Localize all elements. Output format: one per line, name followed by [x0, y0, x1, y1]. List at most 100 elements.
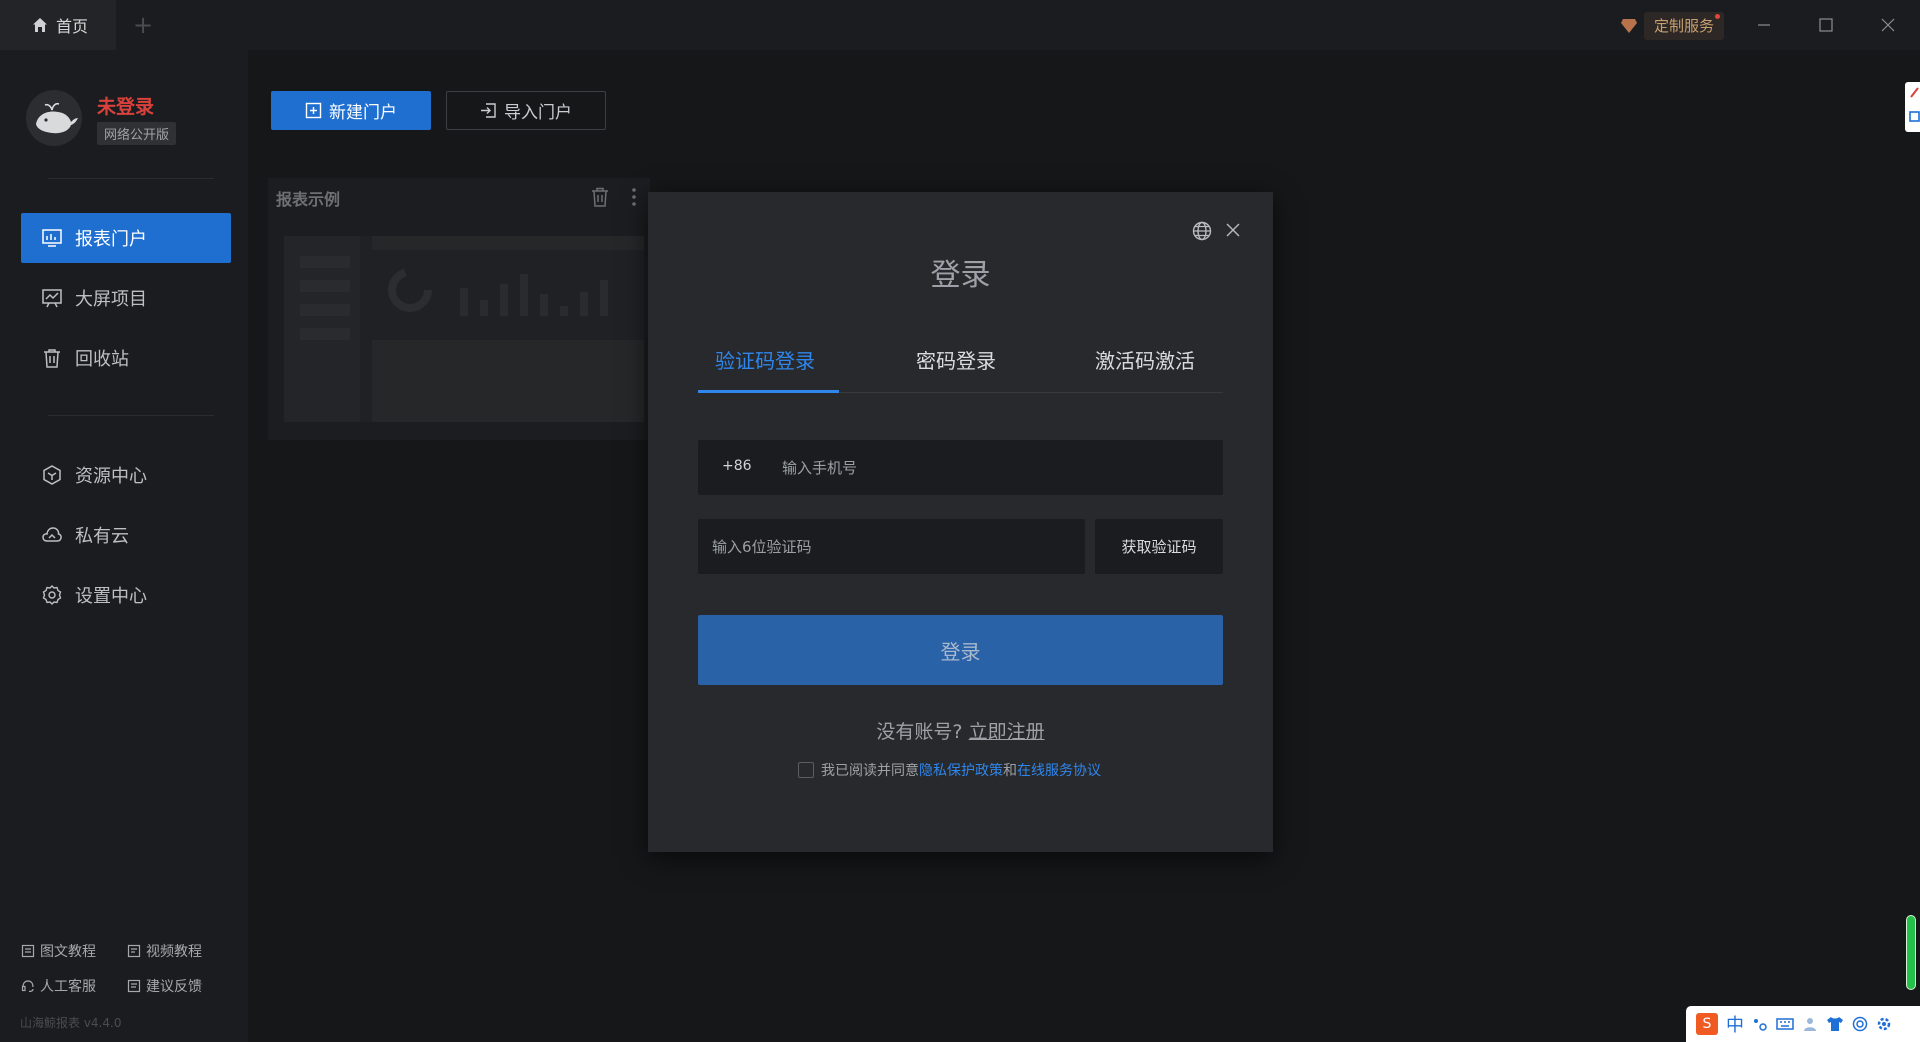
phone-input[interactable] — [782, 456, 1202, 480]
feedback-link[interactable]: 建议反馈 — [127, 976, 202, 996]
login-tabs: 验证码登录 密码登录 激活码激活 — [698, 337, 1223, 393]
plus-square-icon — [305, 102, 322, 119]
sidebar-item-settings[interactable]: 设置中心 — [21, 570, 231, 620]
agreement-checkbox[interactable] — [798, 762, 814, 778]
user-name[interactable]: 未登录 — [97, 92, 154, 119]
punctuation-icon[interactable] — [1752, 1016, 1768, 1032]
minimize-button[interactable] — [1751, 12, 1777, 38]
verification-code-field — [698, 519, 1085, 574]
agreement-row: 我已阅读并同意隐私保护政策和在线服务协议 — [798, 760, 1101, 780]
avatar[interactable] — [26, 90, 82, 146]
maximize-icon — [1819, 18, 1833, 32]
close-window-button[interactable] — [1875, 12, 1901, 38]
graphic-tutorial-label: 图文教程 — [40, 944, 96, 960]
country-code[interactable]: +86 — [722, 458, 752, 474]
document-icon — [21, 944, 35, 958]
phone-field: +86 — [698, 440, 1223, 495]
new-portal-label: 新建门户 — [329, 103, 397, 123]
whale-logo-icon — [36, 102, 78, 134]
active-tab-indicator — [698, 390, 839, 393]
scroll-indicator[interactable] — [1906, 915, 1916, 990]
dialog-title: 登录 — [930, 258, 991, 293]
sidebar-item-dashboard-screen[interactable]: 大屏项目 — [21, 273, 231, 323]
report-thumbnail — [284, 236, 644, 422]
tab-home[interactable]: 首页 — [0, 0, 116, 50]
ai-swirl-icon[interactable] — [1852, 1016, 1868, 1032]
sidebar-item-resource-center[interactable]: 资源中心 — [21, 450, 231, 500]
trash-icon — [44, 349, 60, 368]
minimize-icon — [1758, 24, 1770, 26]
login-button[interactable]: 登录 — [698, 615, 1223, 685]
video-tutorial-link[interactable]: 视频教程 — [127, 941, 202, 961]
sidebar-item-private-cloud[interactable]: 私有云 — [21, 510, 231, 560]
version-text: 山海鲸报表 v4.4.0 — [20, 1016, 122, 1030]
report-preview-graphic — [284, 236, 644, 422]
card-title: 报表示例 — [276, 190, 341, 209]
feedback-icon — [127, 979, 141, 993]
tab-activation-code[interactable]: 激活码激活 — [1095, 345, 1195, 374]
floating-side-widget[interactable] — [1905, 82, 1920, 132]
report-portal-icon — [42, 229, 62, 247]
support-label: 人工客服 — [40, 979, 96, 995]
agree-prefix: 我已阅读并同意 — [821, 763, 919, 779]
verification-code-input[interactable] — [712, 535, 1072, 559]
gear-icon[interactable] — [1876, 1016, 1892, 1032]
custom-service-button[interactable]: 定制服务 — [1620, 12, 1725, 40]
report-card[interactable]: 报表示例 — [268, 178, 650, 440]
home-icon — [33, 18, 47, 32]
service-agreement-link[interactable]: 在线服务协议 — [1017, 763, 1101, 779]
resource-cube-icon — [43, 465, 61, 485]
support-link[interactable]: 人工客服 — [21, 976, 96, 996]
notification-dot — [1715, 14, 1721, 19]
keyboard-icon[interactable] — [1776, 1016, 1794, 1032]
import-portal-button[interactable]: 导入门户 — [446, 91, 606, 130]
close-icon[interactable] — [1226, 223, 1240, 237]
close-icon — [1881, 18, 1895, 32]
skin-shirt-icon[interactable] — [1826, 1016, 1844, 1032]
pen-icon — [1909, 87, 1920, 122]
graphic-tutorial-link[interactable]: 图文教程 — [21, 941, 96, 961]
video-doc-icon — [127, 944, 141, 958]
no-account-text: 没有账号? — [876, 721, 963, 743]
privacy-policy-link[interactable]: 隐私保护政策 — [919, 763, 1003, 779]
sidebar-item-label: 报表门户 — [75, 229, 147, 250]
gear-icon — [42, 585, 62, 605]
custom-service-label: 定制服务 — [1644, 12, 1725, 40]
feedback-label: 建议反馈 — [146, 979, 202, 995]
sidebar: 未登录 网络公开版 报表门户 大屏项目 回收站 资源中心 私有云 设置中心 图文… — [0, 50, 248, 1042]
delete-icon[interactable] — [590, 186, 610, 208]
maximize-button[interactable] — [1813, 12, 1839, 38]
title-bar: 首页 + 定制服务 — [0, 0, 1920, 50]
dashboard-screen-icon — [42, 289, 62, 308]
add-tab-button[interactable]: + — [132, 12, 154, 38]
sidebar-item-label: 回收站 — [75, 349, 129, 370]
agree-and: 和 — [1003, 763, 1017, 779]
sidebar-item-report-portal[interactable]: 报表门户 — [21, 213, 231, 263]
ime-mode[interactable]: 中 — [1726, 1011, 1744, 1037]
divider — [48, 178, 214, 179]
divider — [48, 415, 214, 416]
tab-password-login[interactable]: 密码登录 — [916, 345, 996, 374]
import-portal-label: 导入门户 — [504, 103, 572, 123]
register-link[interactable]: 立即注册 — [969, 721, 1045, 743]
sidebar-item-label: 设置中心 — [75, 586, 147, 607]
sidebar-item-label: 大屏项目 — [75, 289, 147, 310]
globe-icon[interactable] — [1192, 221, 1212, 241]
user-icon[interactable] — [1802, 1016, 1818, 1032]
more-options-icon[interactable] — [630, 186, 638, 208]
agreement-text: 我已阅读并同意隐私保护政策和在线服务协议 — [821, 760, 1101, 780]
get-code-button[interactable]: 获取验证码 — [1095, 519, 1223, 574]
diamond-icon — [1621, 19, 1637, 33]
new-portal-button[interactable]: 新建门户 — [271, 91, 431, 130]
register-prompt: 没有账号? 立即注册 — [648, 717, 1273, 744]
import-icon — [481, 103, 496, 118]
ime-logo-icon[interactable]: S — [1696, 1013, 1718, 1035]
tab-sms-login[interactable]: 验证码登录 — [715, 345, 815, 374]
headset-icon — [21, 980, 34, 993]
cloud-icon — [42, 527, 62, 542]
tab-home-label: 首页 — [56, 17, 89, 36]
edition-badge: 网络公开版 — [97, 122, 177, 145]
sidebar-item-recycle-bin[interactable]: 回收站 — [21, 333, 231, 383]
video-tutorial-label: 视频教程 — [146, 944, 202, 960]
sidebar-item-label: 私有云 — [75, 526, 129, 547]
